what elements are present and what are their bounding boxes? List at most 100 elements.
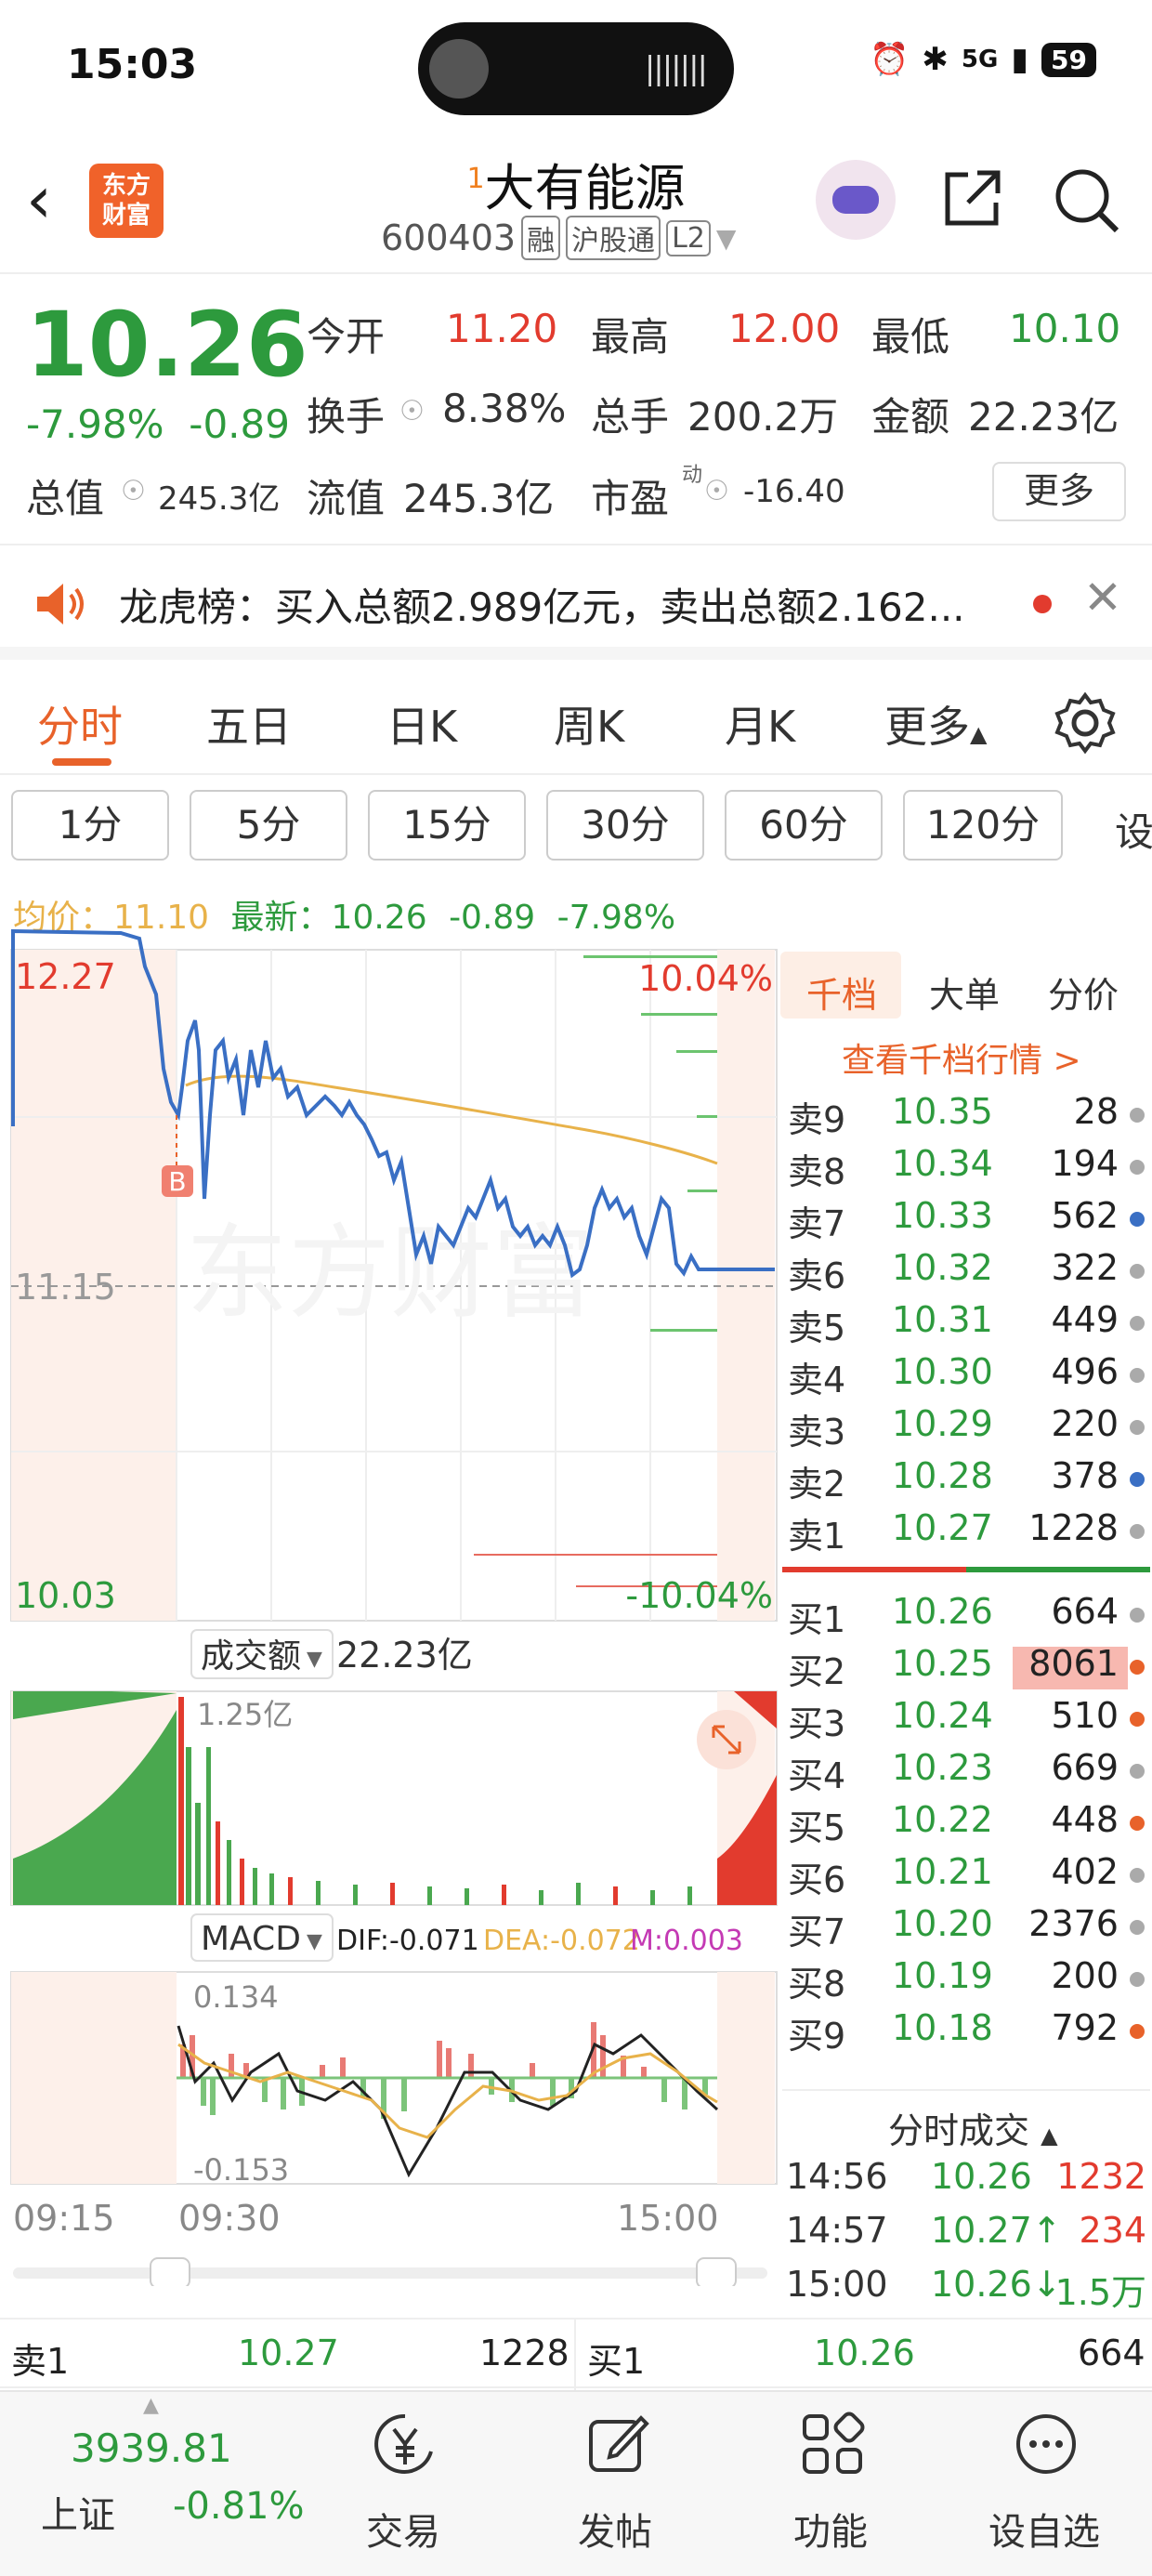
bid-row[interactable]: 买4 10.23 669: [782, 1747, 1152, 1799]
bid-price: 10.20: [892, 1903, 993, 1944]
trades-title-label: 分时成交: [888, 2110, 1030, 2151]
stock-code: 600403: [381, 217, 517, 258]
tab-more[interactable]: 更多▲: [884, 693, 987, 755]
tab-weekly-k[interactable]: 周K: [554, 693, 624, 755]
tab-price-distribution[interactable]: 分价: [1048, 966, 1119, 1018]
bid-price: 10.22: [892, 1799, 993, 1840]
ask-row[interactable]: 卖7 10.33 562: [782, 1195, 1152, 1247]
compose-icon: [589, 2415, 649, 2472]
tab-monthly-k[interactable]: 月K: [725, 693, 795, 755]
bid-price: 10.24: [892, 1695, 993, 1736]
grid-icon: [803, 2412, 865, 2474]
ask-row[interactable]: 卖5 10.31 449: [782, 1299, 1152, 1351]
bid-volume: 669: [1051, 1747, 1119, 1788]
info-icon[interactable]: ☉: [121, 475, 146, 507]
pe-value: -16.40: [743, 473, 845, 510]
tab-five-day[interactable]: 五日: [206, 693, 292, 755]
macd-m: M:0.003: [630, 1925, 743, 1957]
bid-price: 10.18: [892, 2007, 993, 2048]
trade-time: 14:57: [786, 2210, 888, 2251]
best-quote-bar: 卖1 10.27 1228 买1 10.26 664: [0, 2318, 1152, 2390]
view-depth-link[interactable]: 查看千档行情 >: [842, 1033, 1081, 1082]
y-mid-label: 11.15: [15, 1267, 116, 1308]
more-details-button[interactable]: 更多: [992, 462, 1126, 521]
bid-volume: 792: [1051, 2007, 1119, 2048]
ai-assistant-icon[interactable]: [816, 160, 896, 240]
ask-row[interactable]: 卖2 10.28 378: [782, 1455, 1152, 1507]
period-15min[interactable]: 15分: [368, 790, 526, 861]
share-icon[interactable]: [940, 165, 1005, 230]
open-label: 今开: [307, 314, 386, 360]
tab-daily-k[interactable]: 日K: [386, 693, 457, 755]
change-value: -0.89: [189, 401, 290, 447]
ask-label: 卖4: [788, 1360, 846, 1400]
tab-depth[interactable]: 千档: [806, 966, 877, 1018]
period-1min[interactable]: 1分: [11, 790, 169, 861]
ask-row[interactable]: 卖6 10.32 322: [782, 1247, 1152, 1299]
trade-volume: 1232: [1056, 2156, 1146, 2197]
nav-trade[interactable]: 交易: [310, 2392, 496, 2576]
info-icon[interactable]: ☉: [399, 395, 425, 427]
quote-bar-divider: [574, 2320, 576, 2390]
ask-row[interactable]: 卖1 10.27 1228: [782, 1507, 1152, 1559]
ask-volume: 322: [1051, 1247, 1119, 1288]
tab-intraday[interactable]: 分时: [37, 693, 123, 755]
bottom-navigation: ▲ 3939.81 上证 -0.81% 交易 发帖 功能 设自选: [0, 2390, 1152, 2576]
nav-post[interactable]: 发帖: [522, 2392, 708, 2576]
close-icon[interactable]: ✕: [1083, 571, 1122, 624]
settings-gear-icon[interactable]: [1054, 691, 1117, 755]
status-dot: [1130, 1660, 1145, 1675]
dragon-tiger-notice[interactable]: 龙虎榜：买入总额2.989亿元，卖出总额2.162... ✕: [0, 548, 1152, 660]
media-avatar: [429, 39, 489, 99]
ask-row[interactable]: 卖4 10.30 496: [782, 1351, 1152, 1403]
ask-volume: 449: [1051, 1299, 1119, 1340]
period-settings[interactable]: 设: [1115, 801, 1152, 858]
ask-volume: 1228: [1028, 1507, 1119, 1548]
volume-total: 22.23亿: [336, 1635, 473, 1676]
status-time: 15:03: [67, 41, 198, 88]
range-slider-track[interactable]: [13, 2267, 767, 2279]
period-120min[interactable]: 120分: [903, 790, 1063, 861]
period-30min[interactable]: 30分: [546, 790, 704, 861]
range-handle-right[interactable]: [696, 2257, 737, 2286]
ask-label: 卖7: [788, 1203, 846, 1244]
float-cap-value: 245.3亿: [403, 476, 555, 521]
nav-functions[interactable]: 功能: [738, 2392, 923, 2576]
bid-row[interactable]: 买9 10.18 792: [782, 2007, 1152, 2059]
mktcap-label: 总值: [26, 476, 105, 521]
bid-row[interactable]: 买8 10.19 200: [782, 1955, 1152, 2007]
nav-post-label: 发帖: [578, 2511, 652, 2554]
period-5min[interactable]: 5分: [190, 790, 347, 861]
volume-label: 总手: [591, 394, 670, 440]
info-icon[interactable]: ☉: [704, 475, 729, 507]
bid-row[interactable]: 买5 10.22 448: [782, 1799, 1152, 1851]
best-bid-label: 买1: [587, 2341, 646, 2382]
bid-row[interactable]: 买1 10.26 664: [782, 1591, 1152, 1643]
intraday-chart[interactable]: 东方财富 B 12.27 11.15 10.03 10.04% -10.04% …: [0, 929, 780, 2286]
bid-row[interactable]: 买3 10.24 510: [782, 1695, 1152, 1747]
volume-label: 成交额: [201, 1637, 301, 1676]
bid-row[interactable]: 买6 10.21 402: [782, 1851, 1152, 1903]
bid-price: 10.21: [892, 1851, 993, 1892]
ask-volume: 194: [1051, 1143, 1119, 1184]
range-handle-left[interactable]: [150, 2257, 190, 2286]
index-ticker[interactable]: ▲ 3939.81 上证 -0.81%: [0, 2392, 307, 2576]
ask-row[interactable]: 卖3 10.29 220: [782, 1403, 1152, 1455]
turnover-value: 8.38%: [442, 386, 567, 431]
price-change-row: -7.98% -0.89: [26, 401, 290, 447]
caret-up-icon: ▲: [970, 721, 988, 747]
trades-title[interactable]: 分时成交 ▲: [888, 2102, 1058, 2153]
bid-label: 买8: [788, 1964, 846, 2004]
ask-row[interactable]: 卖9 10.35 28: [782, 1091, 1152, 1143]
change-pct: -7.98%: [26, 401, 164, 447]
ask-row[interactable]: 卖8 10.34 194: [782, 1143, 1152, 1195]
stock-code-row[interactable]: 600403 融 沪股通 L2 ▼: [381, 216, 736, 260]
ask-volume: 562: [1051, 1195, 1119, 1236]
period-60min[interactable]: 60分: [725, 790, 883, 861]
search-icon[interactable]: [1052, 165, 1122, 236]
bid-row[interactable]: 买7 10.20 2376: [782, 1903, 1152, 1955]
tab-large-orders[interactable]: 大单: [929, 966, 1000, 1018]
nav-add-watchlist[interactable]: 设自选: [951, 2392, 1137, 2576]
alarm-icon: ⏰: [870, 41, 910, 78]
bid-row[interactable]: 买2 10.25 8061: [782, 1643, 1152, 1695]
